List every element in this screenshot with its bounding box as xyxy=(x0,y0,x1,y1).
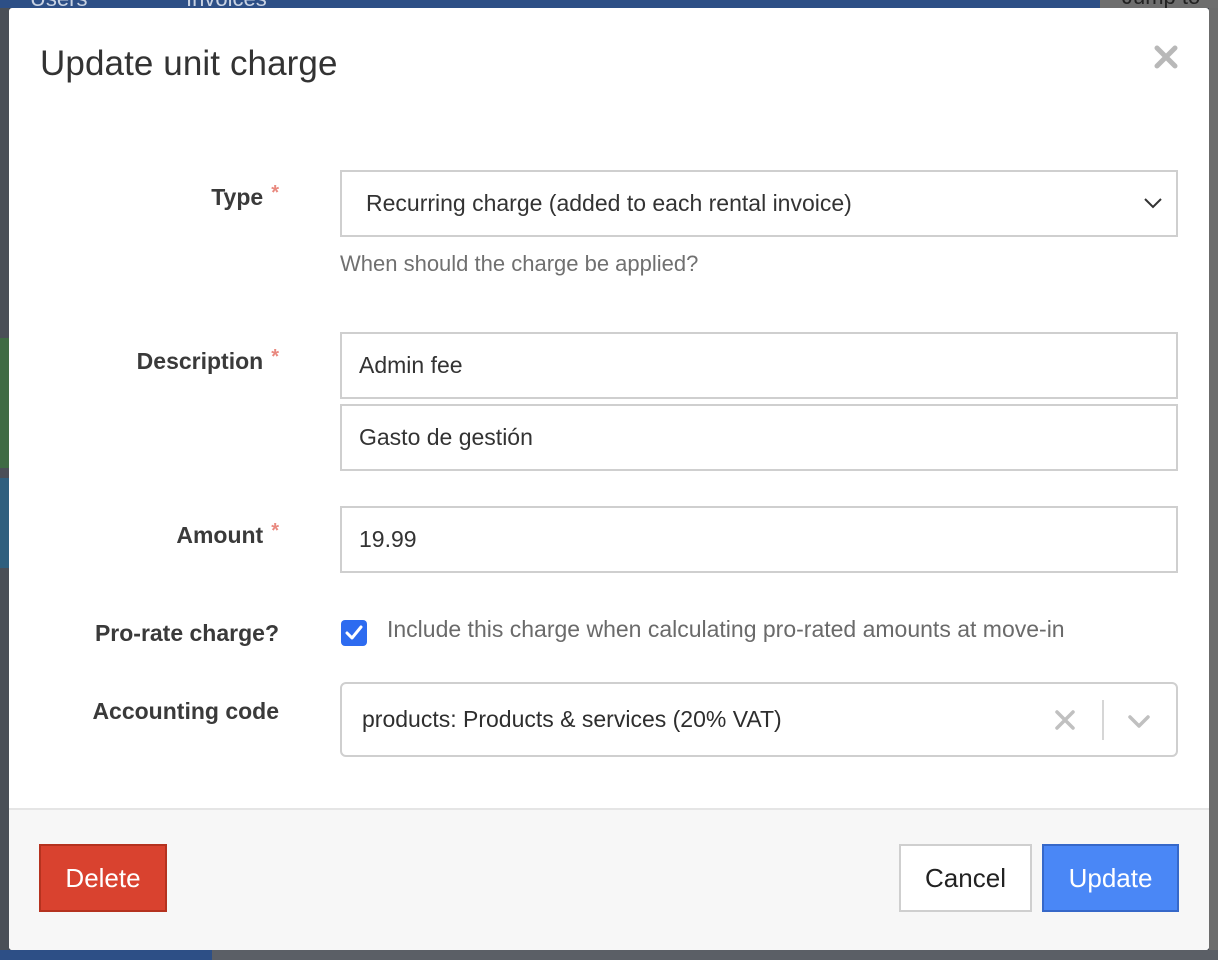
required-marker: * xyxy=(271,346,279,368)
close-icon[interactable] xyxy=(1151,42,1181,72)
background-jump-to: Jump to xyxy=(1100,0,1218,8)
type-help-text: When should the charge be applied? xyxy=(340,251,699,276)
prorate-label: Pro-rate charge? xyxy=(94,620,279,646)
modal-title: Update unit charge xyxy=(40,44,338,83)
description-input-secondary[interactable]: Gasto de gestión xyxy=(340,404,1178,471)
prorate-checkbox-label[interactable]: Include this charge when calculating pro… xyxy=(387,616,1065,643)
update-button[interactable]: Update xyxy=(1042,844,1179,912)
prorate-checkbox[interactable] xyxy=(341,620,367,646)
checkmark-icon xyxy=(345,625,363,640)
background-topbar: Users Invoices Jump to xyxy=(0,0,1218,11)
type-select[interactable]: Recurring charge (added to each rental i… xyxy=(340,170,1178,237)
chevron-down-icon[interactable] xyxy=(1126,710,1152,732)
combo-separator xyxy=(1102,700,1104,740)
background-right-strip xyxy=(1209,8,1218,960)
chevron-down-icon xyxy=(1144,198,1162,209)
required-marker: * xyxy=(271,182,279,204)
description-label: Description * xyxy=(9,346,279,375)
description-input-primary[interactable]: Admin fee xyxy=(340,332,1178,399)
clear-icon[interactable] xyxy=(1054,709,1076,731)
accounting-code-label: Accounting code xyxy=(92,698,279,724)
background-bottom-strip xyxy=(0,950,1218,960)
type-select-value: Recurring charge (added to each rental i… xyxy=(366,190,852,216)
background-left-strip xyxy=(0,8,9,960)
accounting-code-value: products: Products & services (20% VAT) xyxy=(362,706,782,732)
delete-button[interactable]: Delete xyxy=(39,844,167,912)
type-label-text: Type xyxy=(211,184,264,210)
amount-input[interactable]: 19.99 xyxy=(340,506,1178,573)
description-label-text: Description xyxy=(136,348,264,374)
update-unit-charge-modal: Update unit charge Type * Recurring charg… xyxy=(9,8,1209,950)
required-marker: * xyxy=(271,520,279,542)
cancel-button[interactable]: Cancel xyxy=(899,844,1032,912)
amount-label-text: Amount xyxy=(176,522,264,548)
accounting-code-select[interactable]: products: Products & services (20% VAT) xyxy=(340,682,1178,757)
modal-footer: Delete Cancel Update xyxy=(9,808,1209,950)
amount-label: Amount * xyxy=(9,520,279,549)
type-label: Type * xyxy=(9,182,279,211)
